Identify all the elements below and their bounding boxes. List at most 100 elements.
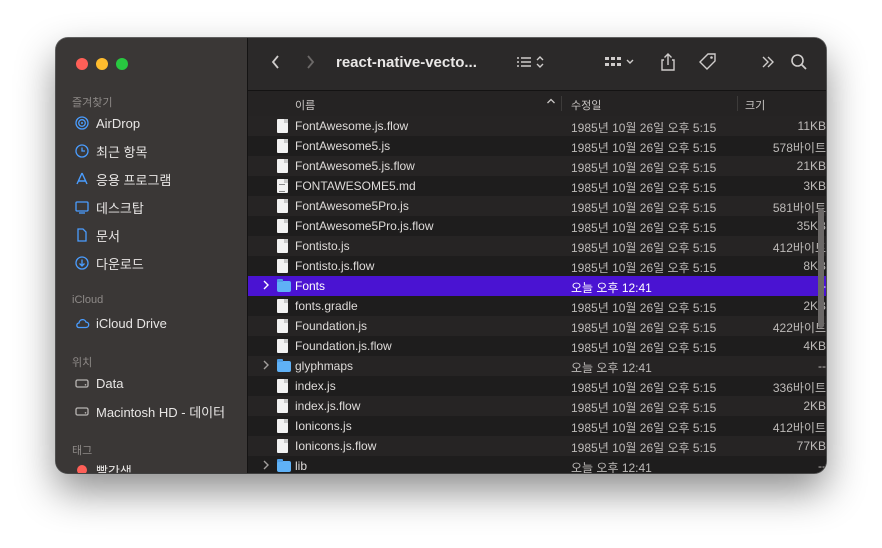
sidebar-section-icloud: iCloud [72, 294, 104, 306]
file-size: 2KB [803, 399, 826, 413]
file-row[interactable]: Fontisto.js.flow 1985년 10월 26일 오후 5:15 8KB [248, 256, 826, 276]
file-size: 4KB [803, 339, 826, 353]
more-toolbar-button[interactable] [758, 52, 778, 76]
file-row[interactable]: lib 오늘 오후 12:41 -- [248, 456, 826, 473]
file-modified-date: 1985년 10월 26일 오후 5:15 [571, 381, 717, 395]
file-row[interactable]: Fontisto.js 1985년 10월 26일 오후 5:15 412바이트 [248, 236, 826, 256]
sidebar-item-desktop[interactable]: 데스크탑 [74, 196, 239, 218]
file-row[interactable]: FontAwesome5Pro.js 1985년 10월 26일 오후 5:15 5… [248, 196, 826, 216]
group-button[interactable] [602, 52, 638, 76]
file-name: index.js.flow [295, 399, 361, 413]
file-modified-date: 1985년 10월 26일 오후 5:15 [571, 121, 717, 135]
list-icon [515, 54, 547, 75]
file-size: 578바이트 [772, 141, 826, 155]
sidebar-item-data[interactable]: Data [74, 372, 239, 394]
share-icon [659, 52, 677, 77]
file-name: FontAwesome5Pro.js [295, 199, 409, 213]
file-modified-date: 1985년 10월 26일 오후 5:15 [571, 441, 717, 455]
file-icon [277, 399, 290, 413]
column-header-modified[interactable]: 수정일 [571, 97, 601, 113]
file-row[interactable]: Ionicons.js 1985년 10월 26일 오후 5:15 412바이트 [248, 416, 826, 436]
sidebar-item-recents[interactable]: 최근 항목 [74, 140, 239, 162]
file-modified-date: 1985년 10월 26일 오후 5:15 [571, 301, 717, 315]
file-name: FontAwesome5Pro.js.flow [295, 219, 434, 233]
zoom-window-button[interactable] [116, 58, 128, 70]
sidebar-item-macintosh-hd[interactable]: Macintosh HD - 데이터 [74, 400, 239, 422]
column-divider[interactable] [737, 96, 738, 111]
file-name: Fonts [295, 279, 326, 293]
disclosure-chevron-icon[interactable] [262, 359, 272, 373]
vertical-scrollbar[interactable] [818, 208, 824, 328]
tags-button[interactable] [696, 52, 720, 76]
file-name: Ionicons.js.flow [295, 439, 377, 453]
sidebar-item-label: 다운로드 [96, 256, 144, 272]
file-row[interactable]: Ionicons.js.flow 1985년 10월 26일 오후 5:15 77K… [248, 436, 826, 456]
file-size: 336바이트 [772, 381, 826, 395]
clock-icon [74, 143, 90, 159]
airdrop-icon [74, 115, 90, 131]
minimize-window-button[interactable] [96, 58, 108, 70]
sidebar-item-airdrop[interactable]: AirDrop [74, 112, 239, 134]
back-button[interactable] [268, 52, 284, 76]
file-row[interactable]: glyphmaps 오늘 오후 12:41 -- [248, 356, 826, 376]
column-divider[interactable] [561, 96, 562, 111]
download-icon [74, 255, 90, 271]
file-row[interactable]: index.js 1985년 10월 26일 오후 5:15 336바이트 [248, 376, 826, 396]
column-header-name[interactable]: 이름 [295, 97, 315, 113]
file-row[interactable]: FONTAWESOME5.md 1985년 10월 26일 오후 5:15 3KB [248, 176, 826, 196]
sort-ascending-icon [546, 96, 556, 109]
file-row[interactable]: FontAwesome.js.flow 1985년 10월 26일 오후 5:15… [248, 116, 826, 136]
file-row[interactable]: index.js.flow 1985년 10월 26일 오후 5:15 2KB [248, 396, 826, 416]
forward-button[interactable] [302, 52, 318, 76]
finder-window: 즐겨찾기 AirDrop 최근 항목 응용 프로그램 데스크탑 문서 다운로드 … [56, 38, 826, 473]
sidebar-item-red-tag[interactable]: 빨간색 [74, 459, 239, 473]
disk-icon [74, 375, 90, 391]
folder-icon [277, 359, 291, 373]
column-header-size[interactable]: 크기 [745, 97, 765, 113]
file-modified-date: 1985년 10월 26일 오후 5:15 [571, 241, 717, 255]
file-icon [277, 259, 290, 273]
chevron-double-right-icon [760, 55, 776, 74]
file-modified-date: 오늘 오후 12:41 [571, 461, 652, 473]
file-modified-date: 1985년 10월 26일 오후 5:15 [571, 261, 717, 275]
search-icon [790, 53, 808, 76]
sidebar-item-downloads[interactable]: 다운로드 [74, 252, 239, 274]
file-row[interactable]: fonts.gradle 1985년 10월 26일 오후 5:15 2KB [248, 296, 826, 316]
file-modified-date: 1985년 10월 26일 오후 5:15 [571, 421, 717, 435]
sidebar-item-applications[interactable]: 응용 프로그램 [74, 168, 239, 190]
share-button[interactable] [658, 52, 678, 76]
applications-icon [74, 171, 90, 187]
sidebar-item-documents[interactable]: 문서 [74, 224, 239, 246]
file-icon [277, 339, 290, 353]
toolbar: react-native-vecto... [248, 38, 826, 91]
file-row[interactable]: FontAwesome5.js.flow 1985년 10월 26일 오후 5:1… [248, 156, 826, 176]
file-row[interactable]: Foundation.js 1985년 10월 26일 오후 5:15 422바이트 [248, 316, 826, 336]
sidebar-item-icloud-drive[interactable]: iCloud Drive [74, 312, 239, 334]
disclosure-chevron-icon[interactable] [262, 279, 272, 293]
file-size: 3KB [803, 179, 826, 193]
chevron-left-icon [270, 54, 282, 75]
file-modified-date: 1985년 10월 26일 오후 5:15 [571, 321, 717, 335]
file-size: -- [818, 459, 826, 473]
disclosure-chevron-icon[interactable] [262, 459, 272, 473]
file-row[interactable]: Fonts오늘 오후 12:41-- [248, 276, 826, 296]
file-modified-date: 오늘 오후 12:41 [571, 281, 652, 295]
file-size: 77KB [796, 439, 826, 453]
document-icon [74, 227, 90, 243]
sidebar-item-label: Data [96, 375, 124, 391]
list-view-button[interactable] [513, 52, 549, 76]
chevron-right-icon [304, 54, 316, 75]
file-row[interactable]: FontAwesome5Pro.js.flow 1985년 10월 26일 오후 … [248, 216, 826, 236]
tag-icon [697, 52, 719, 77]
file-list: FontAwesome.js.flow 1985년 10월 26일 오후 5:15… [248, 116, 826, 473]
search-button[interactable] [788, 52, 810, 76]
sidebar-item-label: 빨간색 [96, 463, 132, 474]
file-row[interactable]: Foundation.js.flow 1985년 10월 26일 오후 5:15 4… [248, 336, 826, 356]
file-size: -- [818, 359, 826, 373]
file-icon [277, 239, 290, 253]
file-icon [277, 439, 290, 453]
file-modified-date: 1985년 10월 26일 오후 5:15 [571, 401, 717, 415]
file-name: Fontisto.js [295, 239, 350, 253]
file-row[interactable]: FontAwesome5.js 1985년 10월 26일 오후 5:15 578바… [248, 136, 826, 156]
close-window-button[interactable] [76, 58, 88, 70]
